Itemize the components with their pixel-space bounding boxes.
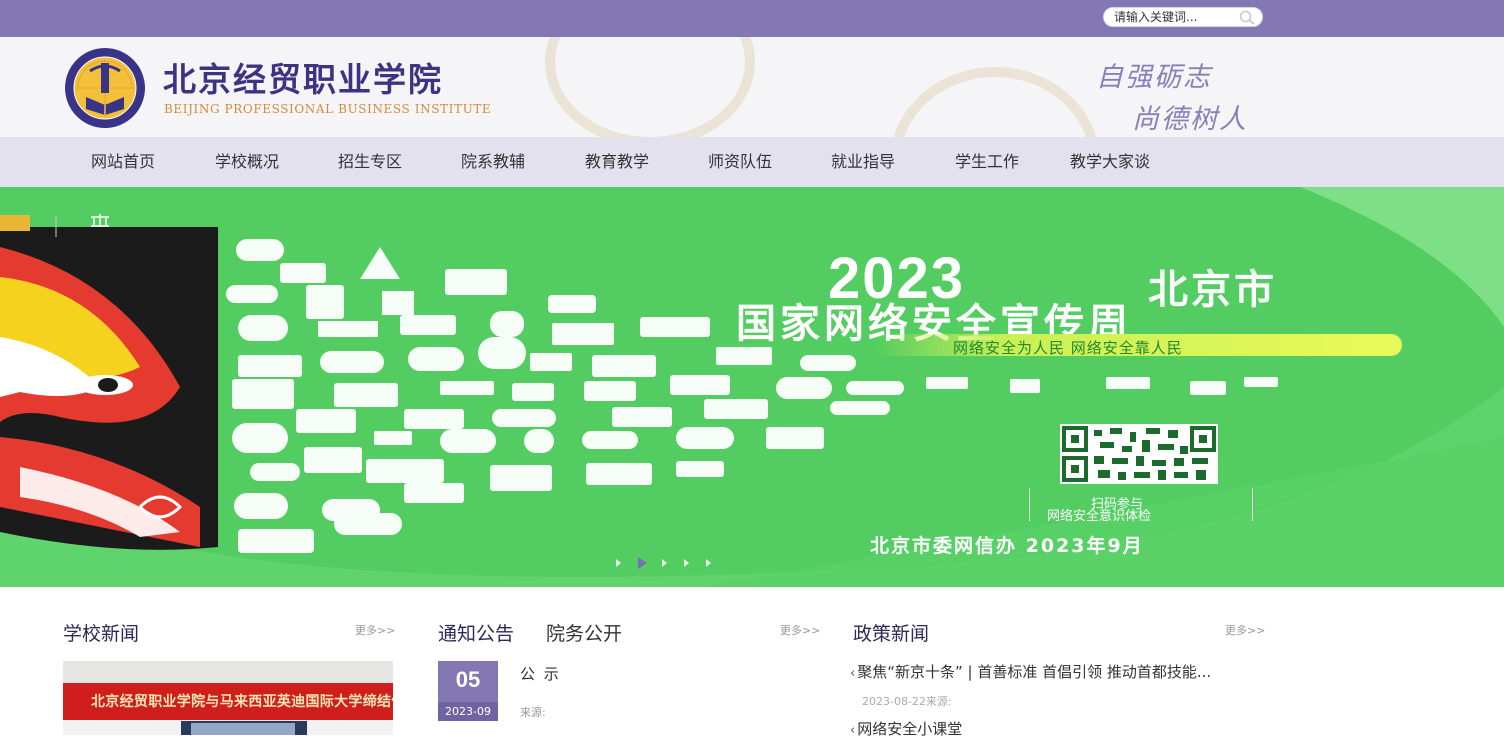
slide-dot[interactable] [662, 559, 667, 567]
photo-wall [63, 661, 393, 683]
notice-item-source: 来源: [520, 706, 546, 719]
policy-news-item[interactable]: ‹ 网络安全小课堂 [850, 718, 962, 739]
watermark-seal [890, 67, 1100, 137]
nav-item-home[interactable]: 网站首页 [91, 137, 155, 187]
date-day: 05 [455, 667, 481, 692]
slide-dot-active[interactable] [638, 557, 647, 569]
school-name-en: BEIJING PROFESSIONAL BUSINESS INSTITUTE [164, 102, 492, 116]
top-bar [0, 0, 1504, 37]
policy-news-title: 聚焦“新京十条” | 首善标准 首倡引领 推动首都技能... [857, 663, 1212, 681]
more-link-policy-news[interactable]: 更多>> [1225, 622, 1265, 638]
school-emblem-icon[interactable] [64, 47, 146, 129]
tab-notice[interactable]: 通知公告 [438, 619, 514, 646]
more-link-school-news[interactable]: 更多>> [355, 622, 395, 638]
policy-news-meta: 2023-08-22来源: [862, 695, 952, 708]
more-link-notice[interactable]: 更多>> [780, 622, 820, 638]
banner-city: 北京市 [1148, 267, 1277, 313]
search-icon[interactable] [1239, 10, 1255, 25]
nav-item-forum[interactable]: 教学大家谈 [1070, 137, 1150, 187]
slide-dot[interactable] [684, 559, 689, 567]
site-header: 北京经贸职业学院 BEIJING PROFESSIONAL BUSINESS I… [0, 37, 1504, 137]
brand-mark-icon [91, 214, 109, 227]
search-box[interactable] [1103, 7, 1263, 27]
nav-item-faculty[interactable]: 师资队伍 [708, 137, 772, 187]
news-photo[interactable]: 北京经贸职业学院与马来西亚英迪国际大学缔结伙伴学校签约 [63, 661, 393, 735]
slide-dot[interactable] [706, 559, 711, 567]
chevron-left-icon: ‹ [850, 666, 856, 681]
photo-screen-inner [191, 723, 295, 735]
photo-banner-text: 北京经贸职业学院与马来西亚英迪国际大学缔结伙伴学校签约 [91, 694, 393, 710]
qr-code-icon [1060, 424, 1218, 484]
motto-line-1: 自强砺志 [1096, 62, 1212, 93]
banner-signature: 北京市委网信办 2023年9月 [870, 535, 1144, 557]
watermark-seal [545, 37, 755, 137]
motto-line-2: 尚德树人 [1132, 104, 1248, 135]
nav-item-departments[interactable]: 院系教辅 [461, 137, 525, 187]
banner-artwork [0, 187, 1504, 587]
notice-item-title[interactable]: 公 示 [520, 663, 561, 684]
hero-banner[interactable]: 2023 北京市 国家网络安全宣传周 网络安全为人民 网络安全靠人民 扫码参与 … [0, 187, 1504, 587]
banner-scan-line-2: 网络安全意识体检 [1047, 509, 1152, 524]
school-name-cn[interactable]: 北京经贸职业学院 [163, 53, 443, 101]
mask-brand-mark [90, 212, 110, 231]
section-title-school-news[interactable]: 学校新闻 [63, 619, 139, 646]
banner-slogan: 网络安全为人民 网络安全靠人民 [953, 339, 1183, 357]
nav-item-employment[interactable]: 就业指导 [831, 137, 895, 187]
date-badge: 05 2023-09 [438, 661, 498, 721]
main-nav: 网站首页 学校概况 招生专区 院系教辅 教育教学 师资队伍 就业指导 学生工作 … [0, 137, 1504, 187]
nav-item-teaching[interactable]: 教育教学 [585, 137, 649, 187]
nav-item-admissions[interactable]: 招生专区 [338, 137, 402, 187]
date-year-month: 2023-09 [438, 702, 498, 721]
slide-dot[interactable] [616, 559, 621, 567]
nav-item-students[interactable]: 学生工作 [955, 137, 1019, 187]
nav-item-about[interactable]: 学校概况 [215, 137, 279, 187]
tab-affairs[interactable]: 院务公开 [546, 619, 622, 646]
policy-news-item[interactable]: ‹ 聚焦“新京十条” | 首善标准 首倡引领 推动首都技能... [850, 661, 1211, 682]
policy-news-title: 网络安全小课堂 [857, 720, 963, 738]
section-title-policy-news[interactable]: 政策新闻 [853, 619, 929, 646]
search-input[interactable] [1114, 9, 1236, 25]
chevron-left-icon: ‹ [850, 723, 856, 738]
